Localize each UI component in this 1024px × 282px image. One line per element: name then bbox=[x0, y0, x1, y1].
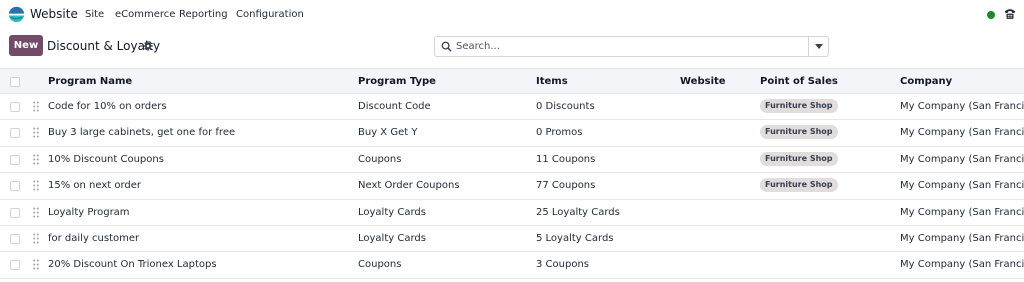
program-name: Code for 10% on orders bbox=[48, 101, 167, 112]
table-row[interactable]: for daily customer Loyalty Cards 5 Loyal… bbox=[0, 226, 1024, 253]
menu-configuration[interactable]: Configuration bbox=[236, 9, 304, 20]
program-type: Discount Code bbox=[358, 101, 431, 112]
program-company: My Company (San Francisco) bbox=[900, 153, 1024, 165]
row-checkbox[interactable] bbox=[10, 234, 20, 244]
pos-tag: Furniture Shop bbox=[760, 99, 838, 113]
online-status-indicator bbox=[987, 11, 995, 19]
program-type: Buy X Get Y bbox=[358, 127, 418, 139]
pos-tag: Furniture Shop bbox=[760, 151, 838, 166]
search-bar bbox=[434, 36, 829, 57]
row-checkbox[interactable] bbox=[10, 207, 20, 218]
website-app-icon[interactable] bbox=[8, 6, 25, 23]
drag-handle-icon[interactable] bbox=[33, 207, 39, 218]
caret-down-icon bbox=[814, 44, 823, 49]
program-name: for daily customer bbox=[48, 233, 140, 244]
program-type: Coupons bbox=[358, 153, 402, 165]
menu-ecommerce[interactable]: eCommerce bbox=[115, 9, 175, 20]
row-checkbox[interactable] bbox=[10, 102, 20, 112]
column-program-type[interactable]: Program Type bbox=[358, 76, 436, 87]
program-items: 0 Promos bbox=[536, 127, 583, 139]
search-input[interactable] bbox=[456, 39, 806, 54]
gear-icon[interactable] bbox=[143, 41, 153, 51]
program-items: 77 Coupons bbox=[536, 180, 596, 192]
program-type: Loyalty Cards bbox=[358, 233, 426, 244]
select-all-checkbox[interactable] bbox=[10, 77, 20, 87]
program-name: Loyalty Program bbox=[48, 206, 130, 218]
program-items: 0 Discounts bbox=[536, 101, 595, 112]
pos-tag: Furniture Shop bbox=[760, 125, 838, 140]
program-type: Next Order Coupons bbox=[358, 180, 460, 192]
program-name: 15% on next order bbox=[48, 180, 142, 192]
program-items: 5 Loyalty Cards bbox=[536, 233, 614, 244]
table-row[interactable]: Code for 10% on orders Discount Code 0 D… bbox=[0, 94, 1024, 121]
table-header: Program Name Program Type Items Website … bbox=[0, 68, 1024, 94]
table-row[interactable]: Buy 3 large cabinets, get one for free B… bbox=[0, 120, 1024, 147]
row-checkbox[interactable] bbox=[10, 181, 20, 192]
program-company: My Company (San Francisco) bbox=[900, 259, 1024, 271]
program-name: Buy 3 large cabinets, get one for free bbox=[48, 127, 236, 139]
drag-handle-icon[interactable] bbox=[33, 233, 39, 244]
pos-tag: Furniture Shop bbox=[760, 178, 838, 193]
column-company[interactable]: Company bbox=[900, 76, 952, 87]
column-program-name[interactable]: Program Name bbox=[48, 76, 132, 87]
row-checkbox[interactable] bbox=[10, 128, 20, 139]
search-icon bbox=[441, 41, 452, 52]
program-company: My Company (San Francisco) bbox=[900, 101, 1024, 112]
column-point-of-sales[interactable]: Point of Sales bbox=[760, 76, 838, 87]
drag-handle-icon[interactable] bbox=[33, 180, 39, 191]
table-row[interactable]: 15% on next order Next Order Coupons 77 … bbox=[0, 173, 1024, 200]
menu-site[interactable]: Site bbox=[85, 9, 104, 20]
phone-icon[interactable] bbox=[1003, 7, 1017, 21]
top-navbar: Website Site eCommerce Reporting Configu… bbox=[0, 0, 1024, 30]
program-company: My Company (San Francisco) bbox=[900, 206, 1024, 218]
drag-handle-icon[interactable] bbox=[33, 259, 39, 270]
table-row[interactable]: 20% Discount On Trionex Laptops Coupons … bbox=[0, 252, 1024, 279]
search-options-toggle[interactable] bbox=[808, 37, 828, 56]
programs-list: Program Name Program Type Items Website … bbox=[0, 68, 1024, 282]
table-row[interactable]: 10% Discount Coupons Coupons 11 Coupons … bbox=[0, 146, 1024, 174]
program-company: My Company (San Francisco) bbox=[900, 127, 1024, 139]
program-items: 25 Loyalty Cards bbox=[536, 206, 620, 218]
new-button[interactable]: New bbox=[9, 35, 43, 56]
table-row[interactable]: Loyalty Program Loyalty Cards 25 Loyalty… bbox=[0, 199, 1024, 226]
row-checkbox[interactable] bbox=[10, 260, 20, 271]
row-checkbox[interactable] bbox=[10, 154, 20, 165]
menu-reporting[interactable]: Reporting bbox=[179, 9, 228, 20]
program-company: My Company (San Francisco) bbox=[900, 180, 1024, 192]
program-name: 20% Discount On Trionex Laptops bbox=[48, 259, 217, 271]
program-type: Coupons bbox=[358, 259, 402, 271]
program-type: Loyalty Cards bbox=[358, 206, 426, 218]
app-name[interactable]: Website bbox=[30, 7, 78, 21]
program-company: My Company (San Francisco) bbox=[900, 233, 1024, 244]
drag-handle-icon[interactable] bbox=[33, 154, 39, 165]
column-items[interactable]: Items bbox=[536, 76, 568, 87]
drag-handle-icon[interactable] bbox=[33, 101, 39, 112]
program-items: 3 Coupons bbox=[536, 259, 589, 271]
column-website[interactable]: Website bbox=[680, 76, 726, 87]
program-name: 10% Discount Coupons bbox=[48, 153, 164, 165]
drag-handle-icon[interactable] bbox=[33, 127, 39, 138]
program-items: 11 Coupons bbox=[536, 153, 596, 165]
